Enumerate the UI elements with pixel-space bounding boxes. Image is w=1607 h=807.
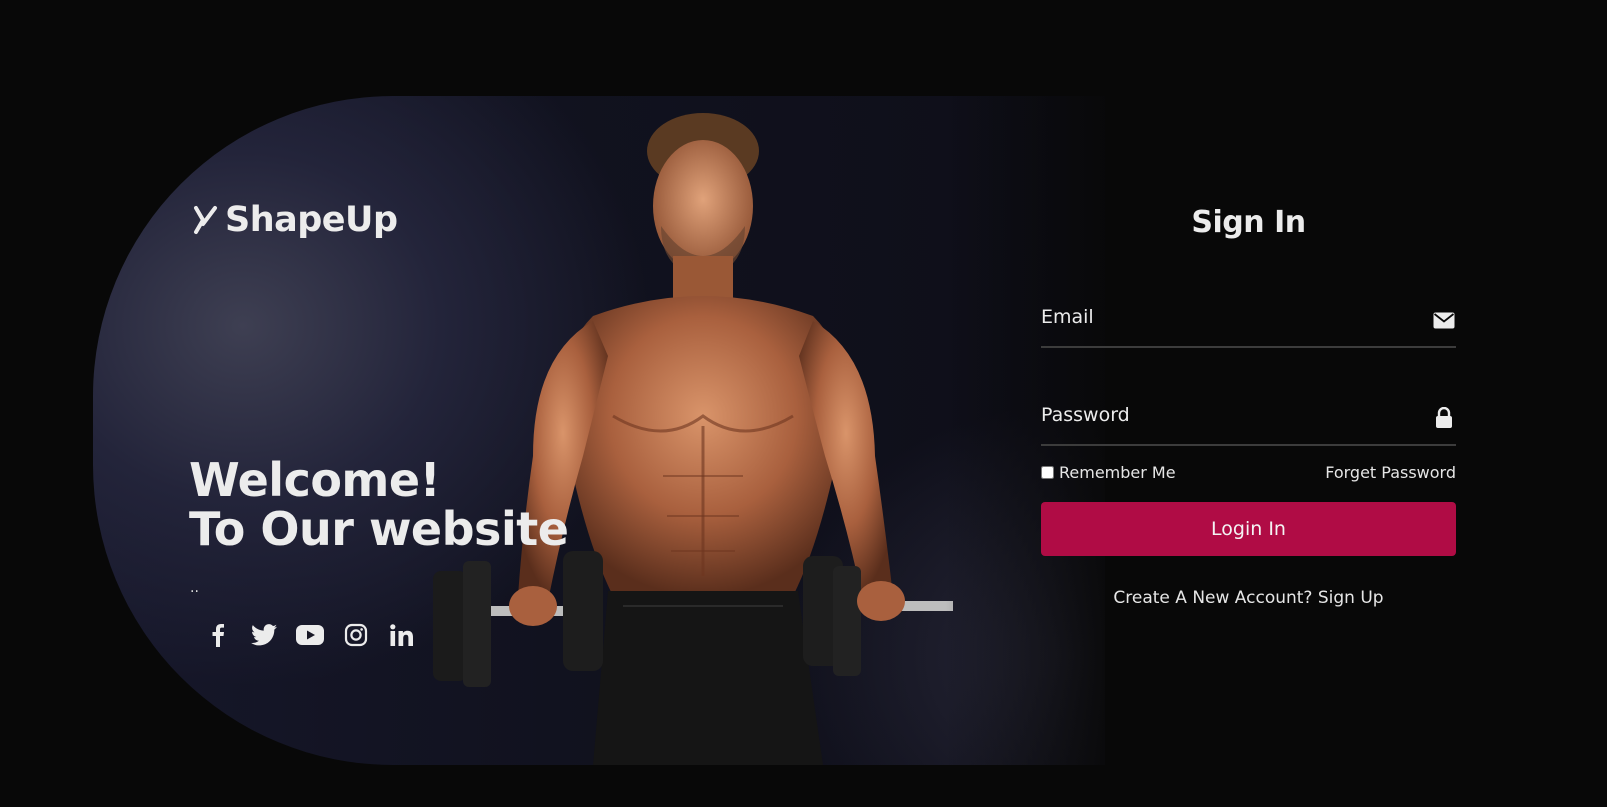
signin-form: Sign In Remember Me Forget Password Logi… — [1041, 205, 1456, 608]
headline-line-2: To Our website — [189, 502, 569, 556]
hero-headline: Welcome! To Our website — [189, 453, 569, 556]
email-field[interactable] — [1041, 294, 1411, 340]
password-field-wrapper — [1041, 392, 1456, 446]
login-button[interactable]: Login In — [1041, 502, 1456, 556]
signup-row: Create A New Account? Sign Up — [1041, 588, 1456, 608]
linkedin-link[interactable] — [387, 620, 417, 650]
youtube-link[interactable] — [295, 620, 325, 650]
login-page: ShapeUp Welcome! To Our website .. Sign … — [0, 0, 1607, 807]
remember-me-checkbox[interactable] — [1041, 466, 1054, 479]
facebook-link[interactable] — [203, 620, 233, 650]
signin-title: Sign In — [1191, 205, 1306, 240]
remember-me[interactable]: Remember Me — [1041, 463, 1176, 482]
twitter-link[interactable] — [249, 620, 279, 650]
brand-name: ShapeUp — [225, 200, 398, 240]
youtube-icon — [296, 625, 324, 645]
brand-logo[interactable]: ShapeUp — [193, 200, 398, 240]
forget-password-link[interactable]: Forget Password — [1325, 463, 1456, 482]
brand-mark-icon — [194, 206, 217, 234]
email-field-wrapper — [1041, 294, 1456, 348]
linkedin-icon — [390, 624, 413, 646]
facebook-icon — [212, 624, 224, 647]
envelope-icon — [1432, 308, 1456, 332]
twitter-icon — [251, 624, 277, 646]
instagram-link[interactable] — [341, 620, 371, 650]
password-field[interactable] — [1041, 392, 1411, 438]
form-options: Remember Me Forget Password — [1041, 463, 1456, 482]
lock-icon — [1432, 406, 1456, 430]
signup-link[interactable]: Create A New Account? Sign Up — [1113, 588, 1383, 608]
instagram-icon — [344, 623, 368, 647]
headline-line-1: Welcome! — [189, 453, 441, 507]
remember-me-label: Remember Me — [1059, 463, 1176, 482]
hero-panel: ShapeUp Welcome! To Our website .. — [93, 96, 1105, 765]
social-links — [203, 620, 417, 650]
hero-tagline: .. — [190, 580, 199, 596]
athlete-image — [433, 113, 953, 765]
